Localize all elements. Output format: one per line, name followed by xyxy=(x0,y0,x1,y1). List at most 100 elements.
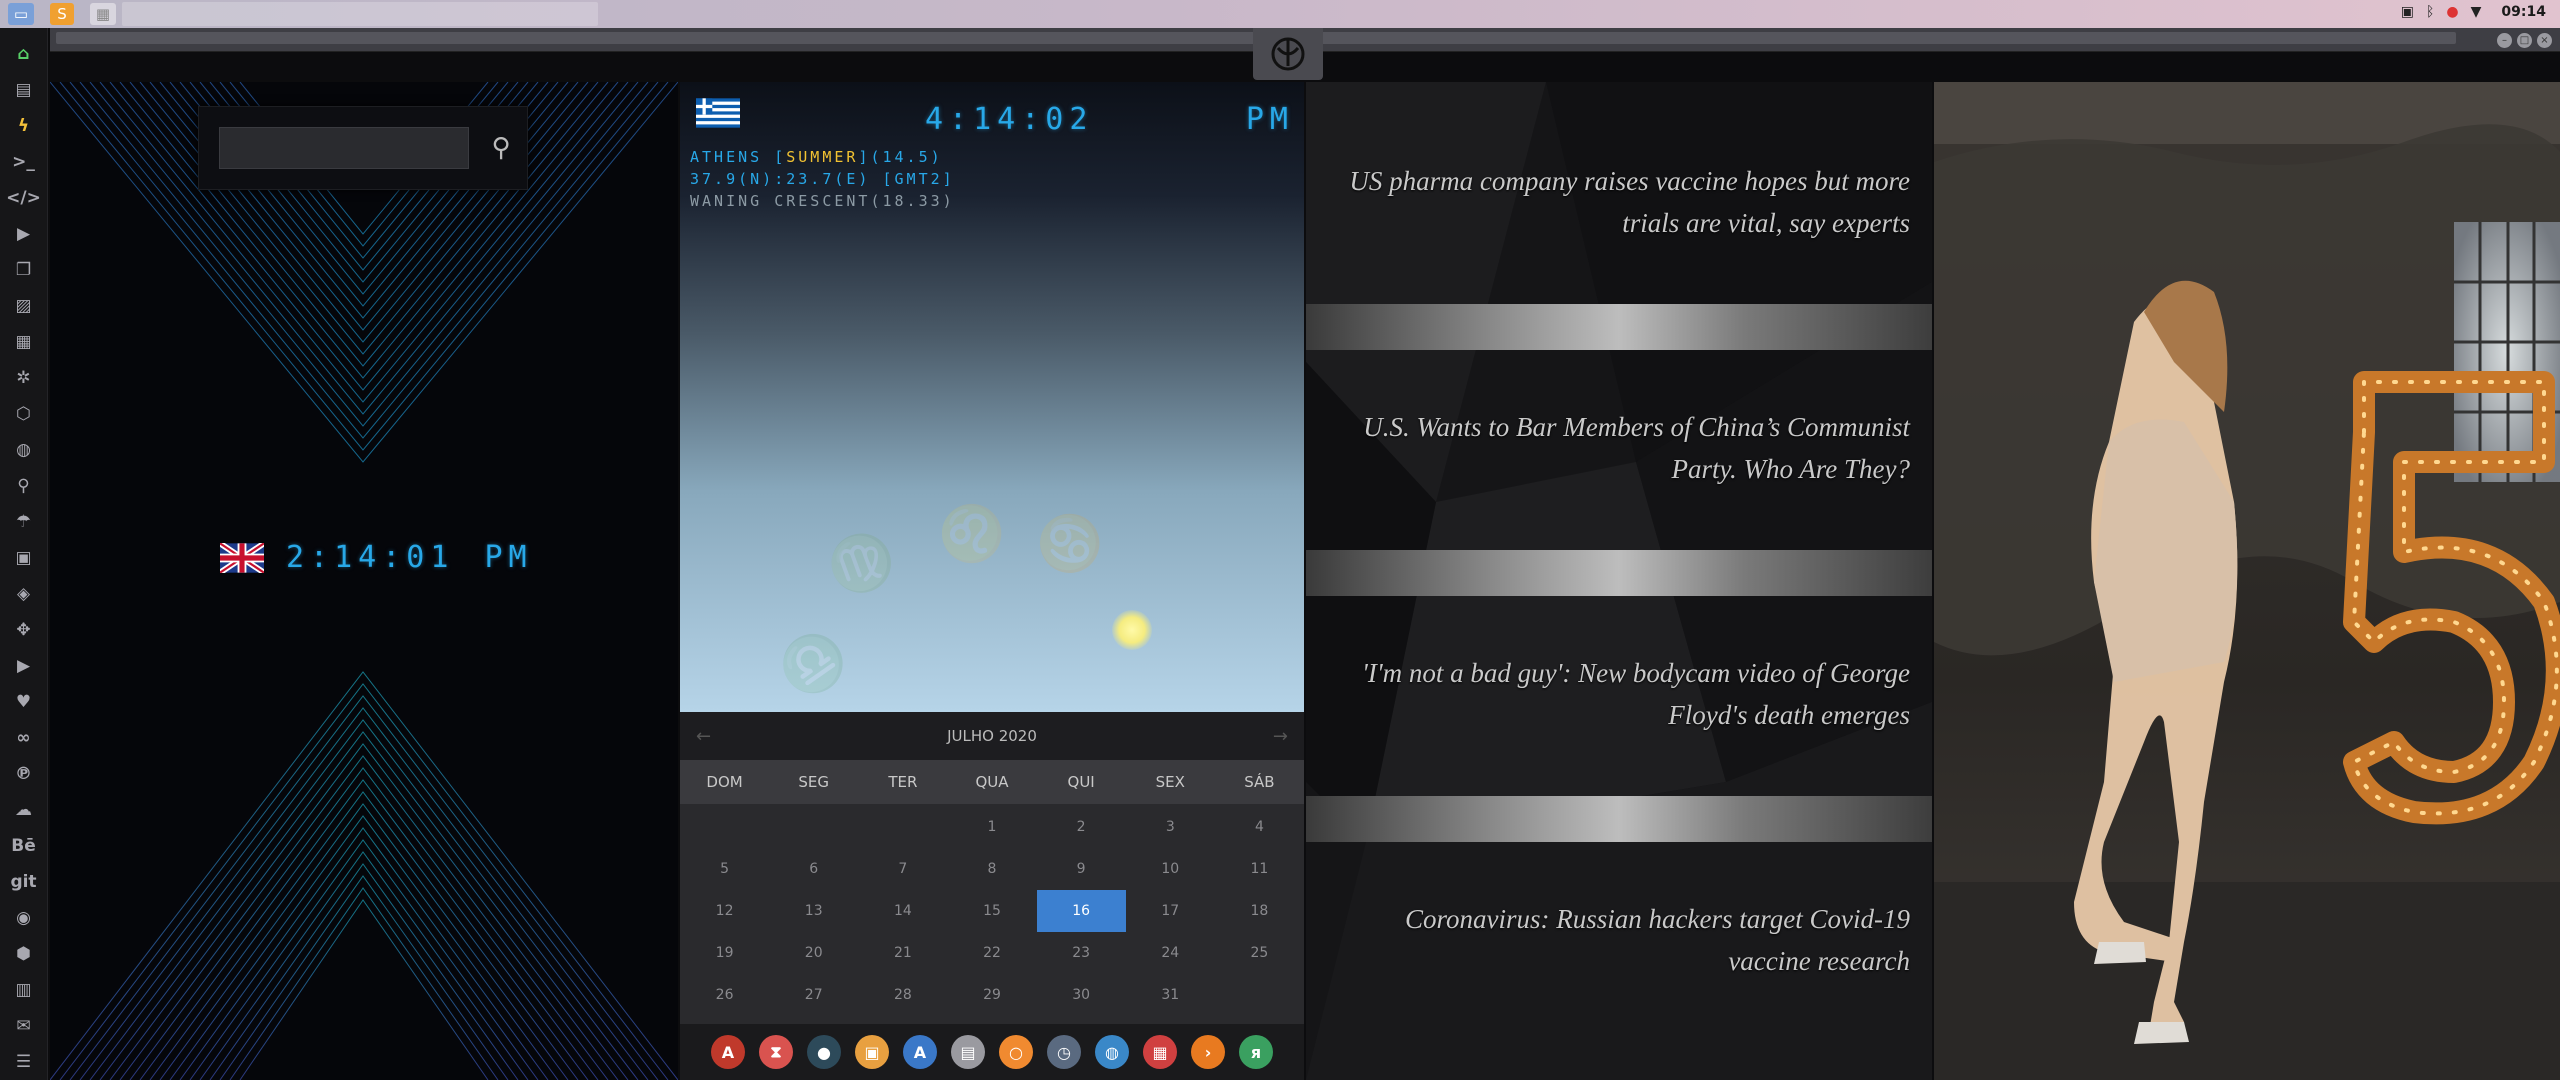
calendar-day[interactable]: 9 xyxy=(1037,848,1126,890)
copy-icon[interactable]: ❐ xyxy=(0,252,48,288)
calendar-day-today[interactable]: 16 xyxy=(1036,890,1126,932)
image-icon[interactable]: ▣ xyxy=(2401,4,2414,20)
hexagon-icon[interactable]: ⬡ xyxy=(0,396,48,432)
calendar-icon[interactable]: ▦ xyxy=(1143,1035,1177,1069)
prev-month-icon[interactable]: ← xyxy=(696,726,711,747)
document-icon[interactable]: ▤ xyxy=(0,72,48,108)
calendar-day[interactable]: 22 xyxy=(947,932,1036,974)
calendar-day[interactable]: 18 xyxy=(1215,890,1304,932)
notes-icon[interactable]: ▤ xyxy=(951,1035,985,1069)
behance-icon[interactable]: Bē xyxy=(0,828,48,864)
arrow-icon[interactable]: › xyxy=(1191,1035,1225,1069)
calendar-day[interactable]: 2 xyxy=(1037,806,1126,848)
rebel-alliance-icon[interactable] xyxy=(1253,28,1323,80)
calendar-day[interactable]: 23 xyxy=(1037,932,1126,974)
maximize-icon[interactable]: □ xyxy=(2517,33,2532,48)
sphere-icon[interactable]: ● xyxy=(807,1035,841,1069)
browser-icon[interactable]: ◍ xyxy=(1095,1035,1129,1069)
link-icon[interactable]: ∞ xyxy=(0,720,48,756)
calendar-day[interactable]: 6 xyxy=(769,848,858,890)
heart-icon[interactable]: ♥ xyxy=(0,684,48,720)
calendar-day[interactable]: 27 xyxy=(769,974,858,1016)
news-icon[interactable]: ▦ xyxy=(0,324,48,360)
cloud-icon[interactable]: ☁ xyxy=(0,792,48,828)
news-item[interactable]: Coronavirus: Russian hackers target Covi… xyxy=(1306,840,1932,1040)
calendar-day[interactable]: 5 xyxy=(680,848,769,890)
git-icon[interactable]: git xyxy=(0,864,48,900)
calendar-day[interactable]: 7 xyxy=(858,848,947,890)
calendar-day[interactable]: 17 xyxy=(1126,890,1215,932)
notification-icon[interactable]: ● xyxy=(2446,4,2458,20)
news-item[interactable]: 'I'm not a bad guy': New bodycam video o… xyxy=(1306,594,1932,794)
umbrella-icon[interactable]: ☂ xyxy=(0,504,48,540)
files-icon[interactable]: ▭ xyxy=(8,3,34,25)
calendar-day[interactable]: 20 xyxy=(769,932,858,974)
uk-clock: 2:14:01 PM xyxy=(220,540,533,575)
map-icon[interactable]: ▥ xyxy=(0,972,48,1008)
rebel-logo xyxy=(1271,37,1305,71)
calendar-day[interactable]: 10 xyxy=(1126,848,1215,890)
contact-icon[interactable]: ▣ xyxy=(0,540,48,576)
globe-icon[interactable]: ◍ xyxy=(0,432,48,468)
clock-time[interactable]: 09:14 xyxy=(2501,4,2546,20)
next-month-icon[interactable]: → xyxy=(1273,726,1288,747)
translate-icon[interactable]: A xyxy=(903,1035,937,1069)
expand-icon[interactable]: ✥ xyxy=(0,612,48,648)
gear-icon[interactable]: ✲ xyxy=(0,360,48,396)
home-icon[interactable]: ⌂ xyxy=(0,36,48,72)
wifi-icon[interactable]: ▼ xyxy=(2471,4,2482,20)
calendar-day[interactable]: 26 xyxy=(680,974,769,1016)
news-item[interactable]: US pharma company raises vaccine hopes b… xyxy=(1306,102,1932,302)
youtube-icon[interactable]: ▶ xyxy=(0,648,48,684)
server-icon[interactable]: ☰ xyxy=(0,1044,48,1080)
mail-icon[interactable]: ✉ xyxy=(0,1008,48,1044)
tag-icon[interactable]: ◈ xyxy=(0,576,48,612)
calendar-day[interactable]: 13 xyxy=(769,890,858,932)
calendar-day[interactable]: 28 xyxy=(858,974,947,1016)
calendar-day[interactable]: 29 xyxy=(947,974,1036,1016)
close-icon[interactable]: × xyxy=(2537,33,2552,48)
image-icon[interactable]: ▨ xyxy=(0,288,48,324)
sublime-icon[interactable]: S xyxy=(50,3,74,25)
bolt-icon[interactable]: ϟ xyxy=(0,108,48,144)
greece-time: 4:14:02 xyxy=(925,102,1094,137)
bluetooth-icon[interactable]: ᛒ xyxy=(2426,4,2434,20)
play-icon[interactable]: ▶ xyxy=(0,216,48,252)
cubes-icon[interactable]: ⬢ xyxy=(0,936,48,972)
calendar-day[interactable]: 3 xyxy=(1126,806,1215,848)
calendar-day[interactable]: 1 xyxy=(947,806,1036,848)
calendar-day[interactable]: 4 xyxy=(1215,806,1304,848)
terminal-icon[interactable]: >_ xyxy=(0,144,48,180)
pinterest-icon[interactable]: ℗ xyxy=(0,756,48,792)
minimize-icon[interactable]: – xyxy=(2497,33,2512,48)
coords-info: 37.9(N):23.7(E) [GMT2] xyxy=(690,170,955,188)
clock-icon[interactable]: ◷ xyxy=(1047,1035,1081,1069)
calendar-day[interactable]: 31 xyxy=(1126,974,1215,1016)
news-item[interactable]: U.S. Wants to Bar Members of China’s Com… xyxy=(1306,348,1932,548)
search-icon[interactable]: ⚲ xyxy=(481,127,521,169)
grid-icon[interactable]: ▦ xyxy=(90,3,116,25)
search-icon[interactable]: ⚲ xyxy=(0,468,48,504)
taskbar-slot[interactable] xyxy=(122,2,598,26)
calendar-day[interactable]: 21 xyxy=(858,932,947,974)
app-sidebar: ⌂ ▤ ϟ >_ </> ▶ ❐ ▨ ▦ ✲ ⬡ ◍ ⚲ ☂ ▣ ◈ ✥ ▶ ♥… xyxy=(0,28,48,1080)
github-icon[interactable]: ◉ xyxy=(0,900,48,936)
calendar-day[interactable]: 14 xyxy=(858,890,947,932)
code-icon[interactable]: </> xyxy=(0,180,48,216)
uk-flag-icon xyxy=(220,542,264,573)
yandex-icon[interactable]: я xyxy=(1239,1035,1273,1069)
photos-icon[interactable]: ▣ xyxy=(855,1035,889,1069)
calendar-day[interactable]: 11 xyxy=(1215,848,1304,890)
calendar-day[interactable]: 25 xyxy=(1215,932,1304,974)
calendar-day[interactable]: 24 xyxy=(1126,932,1215,974)
sun-icon xyxy=(1112,610,1152,650)
search-app-icon[interactable]: ○ xyxy=(999,1035,1033,1069)
calendar-day[interactable]: 15 xyxy=(947,890,1036,932)
search-input[interactable] xyxy=(219,127,469,169)
appcenter-icon[interactable]: A xyxy=(711,1035,745,1069)
hourglass-icon[interactable]: ⧗ xyxy=(759,1035,793,1069)
calendar-day[interactable]: 8 xyxy=(947,848,1036,890)
calendar-day[interactable]: 12 xyxy=(680,890,769,932)
calendar-day[interactable]: 30 xyxy=(1037,974,1126,1016)
calendar-day[interactable]: 19 xyxy=(680,932,769,974)
